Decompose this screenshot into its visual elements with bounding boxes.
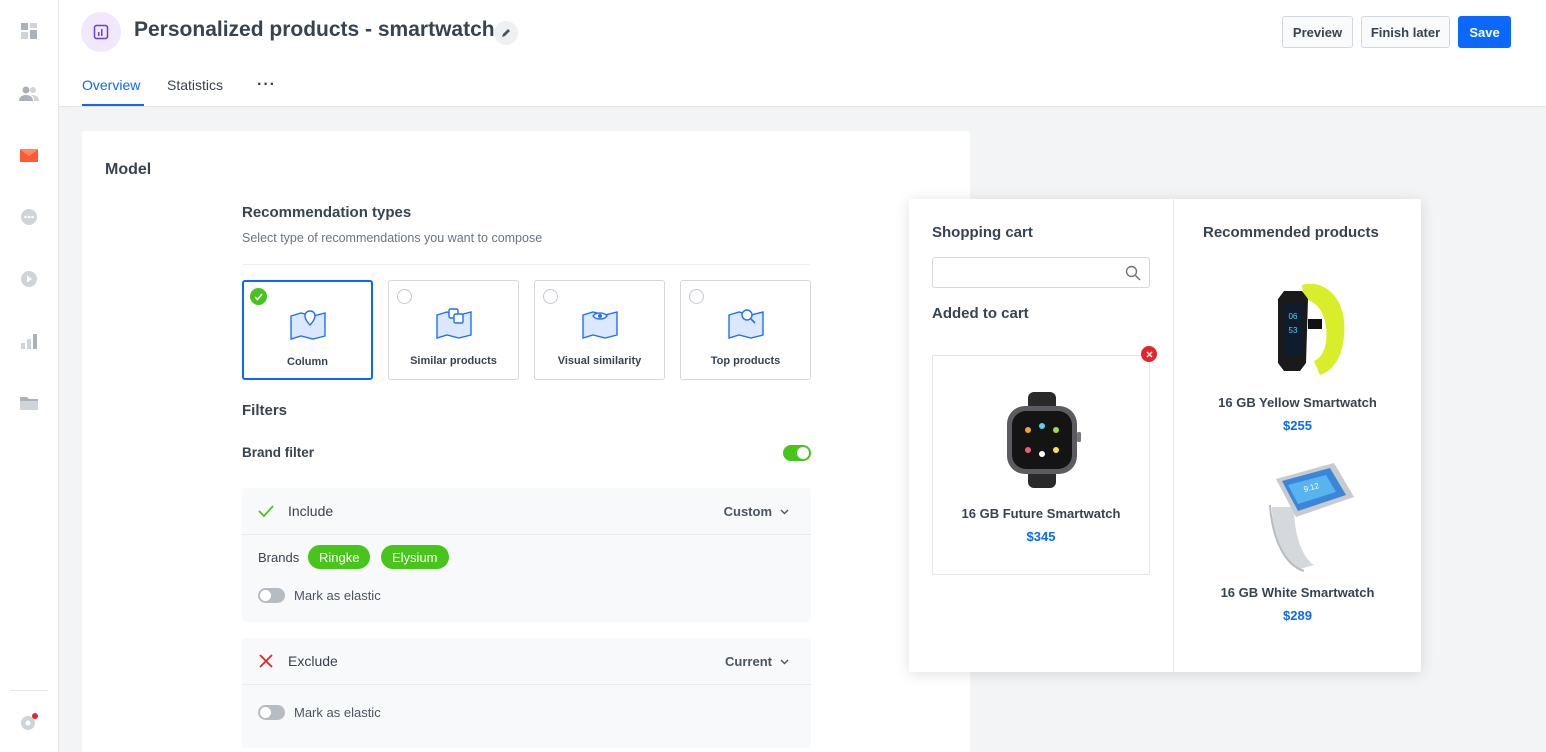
product-image-black-smartwatch bbox=[1007, 392, 1081, 488]
remove-item-button[interactable] bbox=[1141, 346, 1157, 362]
section-divider bbox=[242, 264, 810, 265]
brand-filter-toggle[interactable] bbox=[783, 445, 811, 461]
exclude-elastic-toggle[interactable] bbox=[258, 705, 285, 720]
preview-divider bbox=[1173, 199, 1174, 672]
settings-icon[interactable] bbox=[19, 712, 39, 732]
preview-button[interactable]: Preview bbox=[1282, 16, 1353, 48]
map-pin-icon bbox=[289, 310, 326, 340]
radio[interactable] bbox=[397, 289, 412, 304]
play-icon[interactable] bbox=[19, 269, 39, 289]
added-to-cart-title: Added to cart bbox=[932, 305, 1029, 322]
save-button[interactable]: Save bbox=[1458, 16, 1511, 48]
sidebar-divider bbox=[10, 690, 48, 691]
cart-item-price: $345 bbox=[1026, 529, 1056, 544]
recommended-item-price: $289 bbox=[1283, 608, 1312, 623]
exclude-elastic-label: Mark as elastic bbox=[294, 705, 381, 720]
more-tabs-button[interactable]: ··· bbox=[257, 76, 276, 94]
recommended-products-title: Recommended products bbox=[1203, 224, 1379, 241]
active-tab-indicator bbox=[82, 104, 144, 106]
tab-statistics[interactable]: Statistics bbox=[167, 77, 223, 93]
campaign-type-badge bbox=[81, 12, 121, 52]
people-icon[interactable] bbox=[19, 84, 39, 104]
shopping-cart-title: Shopping cart bbox=[932, 224, 1033, 241]
product-image-yellow-smartwatch: 06 53 bbox=[1278, 283, 1345, 375]
type-label: Similar products bbox=[410, 355, 497, 367]
brand-chip[interactable]: Elysium bbox=[381, 545, 449, 569]
recommendation-preview: Shopping cart Added to cart 16 GB Future… bbox=[909, 199, 1421, 672]
edit-title-button[interactable] bbox=[494, 21, 518, 45]
recommendation-types-title: Recommendation types bbox=[242, 204, 412, 221]
product-image-white-smartwatch: 9:12 bbox=[1269, 463, 1354, 572]
check-icon bbox=[250, 288, 267, 305]
sidebar bbox=[0, 0, 59, 752]
model-title: Model bbox=[105, 161, 152, 178]
cart-item-name: 16 GB Future Smartwatch bbox=[961, 506, 1121, 521]
campaign-icon[interactable] bbox=[19, 145, 39, 165]
brands-label: Brands bbox=[258, 550, 300, 565]
close-icon bbox=[259, 654, 273, 668]
page-title: Personalized products - smartwatch bbox=[134, 18, 495, 41]
type-card-visual-similarity[interactable]: Visual similarity bbox=[534, 280, 665, 380]
type-label: Visual similarity bbox=[557, 355, 642, 367]
type-label: Top products bbox=[710, 355, 781, 367]
chevron-down-icon bbox=[780, 659, 789, 664]
recommended-item-name: 16 GB Yellow Smartwatch bbox=[1218, 395, 1377, 410]
check-icon bbox=[258, 505, 274, 518]
exclude-mode-select[interactable]: Current bbox=[725, 654, 789, 669]
cart-search-input[interactable] bbox=[932, 257, 1150, 288]
recommendation-types-subtitle: Select type of recommendations you want … bbox=[242, 231, 543, 245]
finish-later-button[interactable]: Finish later bbox=[1361, 16, 1450, 48]
pencil-icon bbox=[502, 29, 510, 37]
page-header: Personalized products - smartwatch Previ… bbox=[59, 0, 1546, 107]
folder-icon[interactable] bbox=[19, 393, 39, 413]
chat-icon[interactable] bbox=[19, 207, 39, 227]
eye-icon bbox=[581, 311, 618, 339]
radio[interactable] bbox=[689, 289, 704, 304]
type-card-top-products[interactable]: Top products bbox=[680, 280, 811, 380]
tab-overview[interactable]: Overview bbox=[82, 77, 140, 93]
brand-chip[interactable]: Ringke bbox=[308, 545, 371, 569]
svg-text:06: 06 bbox=[1289, 312, 1298, 321]
brand-filter-label: Brand filter bbox=[242, 445, 315, 460]
include-elastic-label: Mark as elastic bbox=[294, 588, 381, 603]
close-icon bbox=[1146, 351, 1152, 357]
recommended-item-name: 16 GB White Smartwatch bbox=[1220, 585, 1375, 600]
include-filter: Include Custom Brands Ringke Elysium Mar… bbox=[242, 488, 811, 622]
cart-item-card: 16 GB Future Smartwatch $345 bbox=[932, 355, 1150, 575]
dashboard-icon[interactable] bbox=[19, 21, 39, 41]
type-label: Column bbox=[287, 356, 328, 368]
include-title: Include bbox=[288, 503, 334, 519]
chevron-down-icon bbox=[780, 509, 789, 514]
exclude-mode-value: Current bbox=[725, 654, 772, 669]
include-elastic-toggle[interactable] bbox=[258, 588, 285, 603]
similar-products-icon bbox=[435, 308, 472, 339]
radio[interactable] bbox=[543, 289, 558, 304]
type-card-similar-products[interactable]: Similar products bbox=[388, 280, 519, 380]
model-card: Model Recommendation types Select type o… bbox=[82, 131, 970, 752]
filters-title: Filters bbox=[242, 402, 288, 419]
exclude-filter: Exclude Current Mark as elastic bbox=[242, 638, 811, 748]
analytics-icon[interactable] bbox=[19, 331, 39, 351]
search-icon bbox=[1125, 265, 1141, 281]
type-card-column[interactable]: Column bbox=[242, 280, 373, 380]
exclude-title: Exclude bbox=[288, 653, 338, 669]
search-pin-icon bbox=[727, 309, 764, 339]
exclude-filter-header: Exclude Current bbox=[242, 638, 811, 685]
include-mode-value: Custom bbox=[723, 504, 772, 519]
svg-text:53: 53 bbox=[1289, 326, 1298, 335]
chart-icon bbox=[93, 24, 109, 40]
include-mode-select[interactable]: Custom bbox=[724, 504, 789, 519]
include-filter-header: Include Custom bbox=[242, 488, 811, 535]
recommended-item-price: $255 bbox=[1283, 418, 1312, 433]
